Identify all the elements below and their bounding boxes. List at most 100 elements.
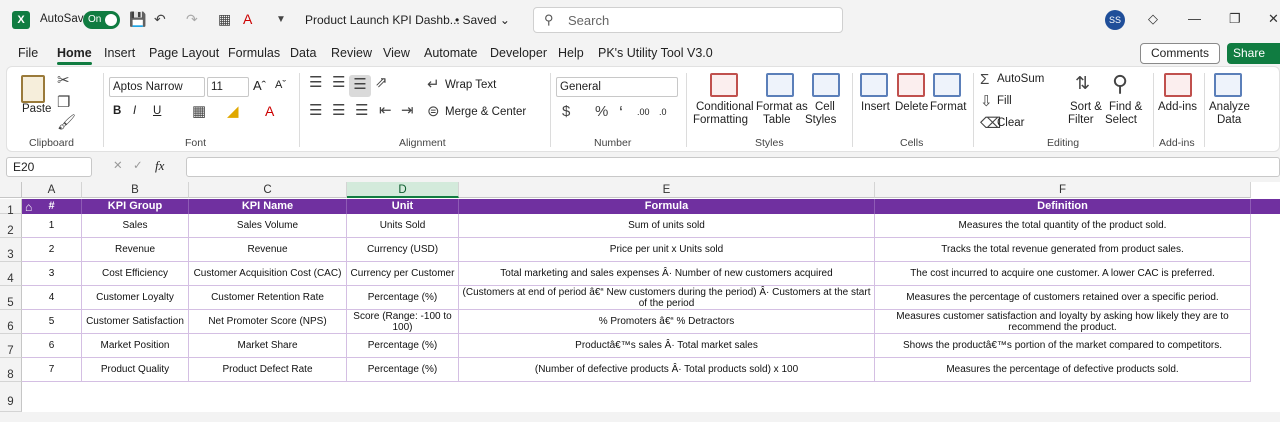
borders-icon[interactable]: ▦ xyxy=(192,102,206,120)
table-cell[interactable]: Shows the productâ€™s portion of the mar… xyxy=(875,334,1251,358)
table-cell[interactable]: Net Promoter Score (NPS) xyxy=(189,310,347,334)
table-cell[interactable]: (Number of defective products Â· Total p… xyxy=(459,358,875,382)
table-header-cell[interactable]: KPI Group xyxy=(82,199,189,214)
wrap-text-button[interactable]: Wrap Text xyxy=(445,79,496,91)
table-cell[interactable]: 4 xyxy=(22,286,82,310)
cut-icon[interactable]: ✂ xyxy=(57,71,70,89)
table-cell[interactable]: Measures the percentage of customers ret… xyxy=(875,286,1251,310)
italic-icon[interactable]: I xyxy=(133,105,136,117)
avatar[interactable]: SS xyxy=(1105,10,1125,30)
row-header-1[interactable]: 1 xyxy=(0,199,22,217)
table-cell[interactable]: 3 xyxy=(22,262,82,286)
align-top-icon[interactable]: ☰ xyxy=(309,73,322,91)
insert-cells-label[interactable]: Insert xyxy=(861,101,890,113)
paste-icon[interactable] xyxy=(21,75,45,103)
tab-pk-utility[interactable]: PK's Utility Tool V3.0 xyxy=(598,46,713,60)
format-as-table-label-1[interactable]: Format as xyxy=(756,101,808,113)
table-cell[interactable]: Units Sold xyxy=(347,214,459,238)
column-header-b[interactable]: B xyxy=(82,182,189,198)
font-color-icon[interactable]: A xyxy=(243,11,252,27)
addins-button[interactable]: Add-ins xyxy=(1158,101,1197,113)
format-cells-label[interactable]: Format xyxy=(930,101,966,113)
format-cells-icon[interactable] xyxy=(933,73,961,97)
table-cell[interactable]: 2 xyxy=(22,238,82,262)
find-select-icon[interactable]: ⚲ xyxy=(1112,71,1128,97)
tab-data[interactable]: Data xyxy=(290,46,316,60)
formula-input[interactable] xyxy=(186,157,1280,177)
table-cell[interactable]: Score (Range: -100 to 100) xyxy=(347,310,459,334)
conditional-formatting-label-2[interactable]: Formatting xyxy=(693,114,748,126)
table-cell[interactable]: Revenue xyxy=(82,238,189,262)
decrease-decimal-icon[interactable]: .0 xyxy=(659,107,667,117)
row-header-2[interactable]: 2 xyxy=(0,214,22,238)
column-header-f[interactable]: F xyxy=(875,182,1251,198)
fill-button[interactable]: Fill xyxy=(997,95,1012,107)
table-cell[interactable]: Customer Satisfaction xyxy=(82,310,189,334)
delete-cells-icon[interactable] xyxy=(897,73,925,97)
increase-font-icon[interactable]: Aˆ xyxy=(253,78,266,93)
share-button[interactable]: Share xyxy=(1227,43,1280,64)
table-cell[interactable]: Customer Loyalty xyxy=(82,286,189,310)
table-cell[interactable]: Price per unit x Units sold xyxy=(459,238,875,262)
find-select-label-1[interactable]: Find & xyxy=(1109,101,1142,113)
align-right-icon[interactable]: ☰ xyxy=(355,101,368,119)
format-painter-icon[interactable]: 🖌 xyxy=(57,113,76,131)
analyze-data-label-1[interactable]: Analyze xyxy=(1209,101,1250,113)
table-cell[interactable]: (Customers at end of period â€“ New cust… xyxy=(459,286,875,310)
cancel-icon[interactable]: ✕ xyxy=(113,158,123,172)
table-cell[interactable]: Percentage (%) xyxy=(347,334,459,358)
table-cell[interactable]: Measures the total quantity of the produ… xyxy=(875,214,1251,238)
borders-icon[interactable]: ▦ xyxy=(218,11,231,28)
name-box[interactable]: E20 xyxy=(6,157,92,177)
table-cell[interactable]: Customer Retention Rate xyxy=(189,286,347,310)
autosave-toggle[interactable]: On xyxy=(83,11,120,29)
home-icon[interactable]: ⌂ xyxy=(25,200,32,214)
merge-center-button[interactable]: Merge & Center xyxy=(445,106,526,118)
align-center-icon[interactable]: ☰ xyxy=(332,101,345,119)
format-as-table-label-2[interactable]: Table xyxy=(763,114,791,126)
table-cell[interactable]: Cost Efficiency xyxy=(82,262,189,286)
tab-review[interactable]: Review xyxy=(331,46,372,60)
tab-home[interactable]: Home xyxy=(57,46,92,65)
save-icon[interactable]: 💾 xyxy=(129,11,146,28)
currency-icon[interactable]: $ xyxy=(562,103,570,120)
merge-center-icon[interactable]: ⊜ xyxy=(427,102,440,120)
paste-label[interactable]: Paste xyxy=(22,103,51,115)
row-header-4[interactable]: 4 xyxy=(0,262,22,286)
clear-button[interactable]: Clear xyxy=(997,117,1024,129)
fill-icon[interactable]: ⇩ xyxy=(980,92,993,110)
table-header-cell[interactable]: Unit xyxy=(347,199,459,214)
table-cell[interactable]: Percentage (%) xyxy=(347,358,459,382)
select-all-corner[interactable] xyxy=(0,182,22,198)
comma-style-icon[interactable]: ‘ xyxy=(619,103,623,124)
table-header-cell[interactable]: Definition xyxy=(875,199,1251,214)
saved-status[interactable]: • Saved ⌄ xyxy=(455,13,510,27)
table-cell[interactable]: 5 xyxy=(22,310,82,334)
align-left-icon[interactable]: ☰ xyxy=(309,101,322,119)
number-format-select[interactable]: General xyxy=(556,77,678,97)
row-header-3[interactable]: 3 xyxy=(0,238,22,262)
fill-color-icon[interactable]: ◢ xyxy=(227,102,239,120)
font-color-icon[interactable]: A xyxy=(265,103,274,119)
conditional-formatting-icon[interactable] xyxy=(710,73,738,97)
table-cell[interactable]: Revenue xyxy=(189,238,347,262)
align-bottom-icon[interactable]: ☰ xyxy=(349,75,371,97)
customize-toolbar-icon[interactable]: ▼ xyxy=(276,14,286,25)
tab-help[interactable]: Help xyxy=(558,46,584,60)
table-cell[interactable]: Customer Acquisition Cost (CAC) xyxy=(189,262,347,286)
column-header-a[interactable]: A xyxy=(22,182,82,198)
row-header-7[interactable]: 7 xyxy=(0,334,22,358)
table-cell[interactable]: Product Quality xyxy=(82,358,189,382)
table-cell[interactable]: The cost incurred to acquire one custome… xyxy=(875,262,1251,286)
copy-icon[interactable]: ❐ xyxy=(57,93,70,111)
worksheet-grid[interactable]: A B C D E F 1 2 3 4 5 6 7 8 9 # KPI Group KPI Name Unit For… xyxy=(0,182,1280,412)
column-header-c[interactable]: C xyxy=(189,182,347,198)
percent-icon[interactable]: % xyxy=(595,103,608,120)
cell-styles-label-2[interactable]: Styles xyxy=(805,114,836,126)
table-cell[interactable]: Tracks the total revenue generated from … xyxy=(875,238,1251,262)
column-header-d[interactable]: D xyxy=(347,182,459,198)
font-size-select[interactable]: 11 xyxy=(207,77,249,97)
redo-icon[interactable]: ↷ xyxy=(186,11,198,28)
sort-filter-label-1[interactable]: Sort & xyxy=(1070,101,1102,113)
table-cell[interactable]: Measures the percentage of defective pro… xyxy=(875,358,1251,382)
